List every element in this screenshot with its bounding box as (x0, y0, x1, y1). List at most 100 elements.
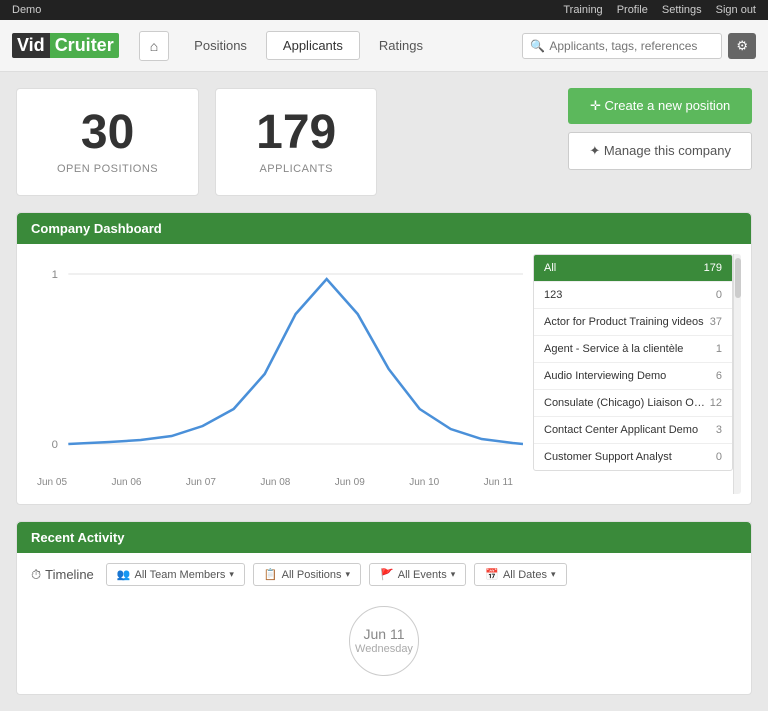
pos-name: Agent - Service à la clientèle (544, 343, 712, 355)
team-members-filter[interactable]: 👥 All Team Members ▾ (106, 563, 245, 586)
chart-svg: 1 0 (27, 254, 523, 474)
recent-header: Recent Activity (17, 522, 751, 553)
scrollbar[interactable] (733, 254, 741, 494)
position-item[interactable]: Contact Center Applicant Demo3 (534, 417, 732, 444)
pos-name: Customer Support Analyst (544, 451, 712, 463)
profile-link[interactable]: Profile (617, 4, 648, 16)
position-item[interactable]: All 179 (534, 255, 732, 282)
home-button[interactable]: ⌂ (139, 31, 169, 61)
position-item[interactable]: Customer Support Analyst 0 (534, 444, 732, 470)
dashboard-header: Company Dashboard (17, 213, 751, 244)
top-bar-links: Training Profile Settings Sign out (563, 4, 756, 16)
positions-caret: ▾ (346, 569, 351, 580)
position-item[interactable]: Actor for Product Training videos 37 (534, 309, 732, 336)
tab-ratings[interactable]: Ratings (362, 31, 440, 60)
team-label: All Team Members (135, 569, 226, 581)
dates-caret: ▾ (551, 569, 556, 580)
search-input[interactable] (522, 33, 722, 59)
x-label-6: Jun 11 (484, 477, 513, 488)
pos-name: Actor for Product Training videos (544, 316, 706, 328)
signout-link[interactable]: Sign out (716, 4, 756, 16)
open-positions-label: OPEN POSITIONS (57, 163, 158, 175)
position-list: All1791230Actor for Product Training vid… (533, 254, 733, 471)
pos-count: 179 (704, 262, 722, 274)
applicants-label: APPLICANTS (256, 163, 336, 175)
pos-count: 0 (716, 451, 722, 463)
open-positions-number: 30 (57, 109, 158, 157)
top-bar: Demo Training Profile Settings Sign out (0, 0, 768, 20)
pos-count: 12 (710, 397, 722, 409)
pos-name: Consulate (Chicago) Liaison Officer (544, 397, 706, 409)
chart-x-labels: Jun 05 Jun 06 Jun 07 Jun 08 Jun 09 Jun 1… (27, 477, 523, 488)
logo-cruiter: Cruiter (50, 33, 119, 58)
recent-section: Recent Activity ⏱ Timeline 👥 All Team Me… (16, 521, 752, 695)
position-item[interactable]: 123 0 (534, 282, 732, 309)
clock-icon: ⏱ (31, 567, 41, 583)
positions-filter[interactable]: 📋 All Positions ▾ (253, 563, 361, 586)
nav-bar: VidCruiter ⌂ Positions Applicants Rating… (0, 20, 768, 72)
x-label-2: Jun 07 (186, 477, 216, 488)
logo-vid: Vid (12, 33, 50, 58)
logo[interactable]: VidCruiter (12, 33, 119, 58)
pos-count: 3 (716, 424, 722, 436)
dates-label: All Dates (503, 569, 547, 581)
recent-body: ⏱ Timeline 👥 All Team Members ▾ 📋 All Po… (17, 553, 751, 694)
dashboard-body: 1 0 Jun 05 Jun 06 Jun 07 Jun 08 Jun 09 J… (17, 244, 751, 504)
date-label-area: Jun 11 Wednesday (31, 586, 737, 684)
team-caret: ▾ (229, 569, 234, 580)
nav-search: 🔍 ⚙ (522, 33, 756, 59)
dates-icon: 📅 (485, 568, 499, 581)
timeline-label: ⏱ Timeline (31, 567, 94, 583)
dashboard-section: Company Dashboard 1 0 Jun 05 Jun 06 Ju (16, 212, 752, 505)
events-label: All Events (398, 569, 447, 581)
timeline-text: Timeline (45, 567, 94, 582)
x-label-0: Jun 05 (37, 477, 67, 488)
demo-label: Demo (12, 4, 41, 16)
pos-name: 123 (544, 289, 712, 301)
settings-link[interactable]: Settings (662, 4, 702, 16)
recent-filters: ⏱ Timeline 👥 All Team Members ▾ 📋 All Po… (31, 563, 737, 586)
scrollbar-thumb (735, 258, 741, 298)
positions-icon: 📋 (264, 568, 278, 581)
chart-area: 1 0 Jun 05 Jun 06 Jun 07 Jun 08 Jun 09 J… (27, 254, 523, 494)
create-position-button[interactable]: ✛ Create a new position (568, 88, 752, 124)
events-icon: 🚩 (380, 568, 394, 581)
tab-positions[interactable]: Positions (177, 31, 264, 60)
action-buttons: ✛ Create a new position ✦ Manage this co… (568, 88, 752, 170)
pos-count: 37 (710, 316, 722, 328)
search-wrap: 🔍 (522, 33, 722, 59)
position-item[interactable]: Agent - Service à la clientèle 1 (534, 336, 732, 363)
dates-filter[interactable]: 📅 All Dates ▾ (474, 563, 566, 586)
pos-name: Audio Interviewing Demo (544, 370, 712, 382)
stats-row: 30 OPEN POSITIONS 179 APPLICANTS ✛ Creat… (16, 88, 752, 196)
x-label-5: Jun 10 (409, 477, 439, 488)
pos-count: 1 (716, 343, 722, 355)
date-month: Jun 11 (364, 626, 405, 643)
applicants-number: 179 (256, 109, 336, 157)
pos-count: 0 (716, 289, 722, 301)
positions-label: All Positions (282, 569, 342, 581)
x-label-1: Jun 06 (111, 477, 141, 488)
main-content: 30 OPEN POSITIONS 179 APPLICANTS ✛ Creat… (0, 72, 768, 711)
svg-text:0: 0 (52, 439, 58, 451)
date-day: Wednesday (355, 643, 413, 656)
x-label-3: Jun 08 (260, 477, 290, 488)
position-item[interactable]: Consulate (Chicago) Liaison Officer 12 (534, 390, 732, 417)
manage-company-button[interactable]: ✦ Manage this company (568, 132, 752, 170)
position-item[interactable]: Audio Interviewing Demo 6 (534, 363, 732, 390)
gear-button[interactable]: ⚙ (728, 33, 756, 59)
events-filter[interactable]: 🚩 All Events ▾ (369, 563, 466, 586)
pos-name: All (544, 262, 700, 274)
svg-text:1: 1 (52, 269, 58, 281)
applicants-card: 179 APPLICANTS (215, 88, 377, 196)
x-label-4: Jun 09 (335, 477, 365, 488)
pos-count: 6 (716, 370, 722, 382)
date-circle: Jun 11 Wednesday (349, 606, 419, 676)
open-positions-card: 30 OPEN POSITIONS (16, 88, 199, 196)
team-icon: 👥 (117, 568, 131, 581)
tab-applicants[interactable]: Applicants (266, 31, 360, 60)
search-icon: 🔍 (530, 39, 545, 53)
nav-tabs: Positions Applicants Ratings (177, 31, 440, 60)
training-link[interactable]: Training (563, 4, 602, 16)
events-caret: ▾ (451, 569, 456, 580)
